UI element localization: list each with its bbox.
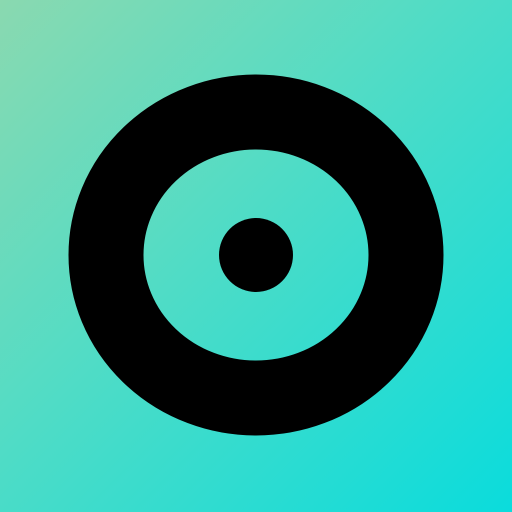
- app-icon-tile: [0, 0, 512, 512]
- center-dot-icon: [219, 218, 293, 292]
- app-icon-graphic: [0, 0, 512, 512]
